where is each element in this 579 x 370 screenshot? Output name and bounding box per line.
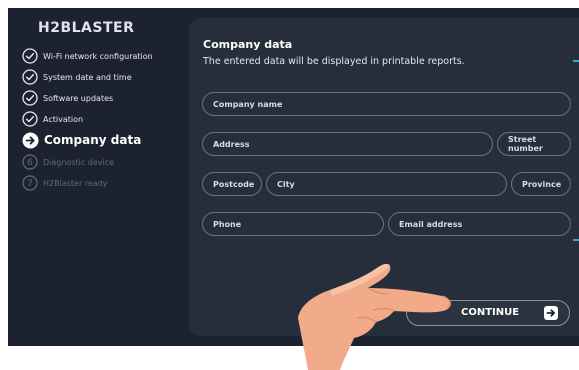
step-number: 6	[27, 158, 33, 168]
step-label: Activation	[43, 114, 84, 124]
step-date-time: System date and time	[22, 68, 132, 86]
check-circle-icon	[22, 111, 38, 127]
arrow-right-icon	[544, 306, 558, 320]
province-field[interactable]: Province	[511, 172, 571, 196]
step-company-data: Company data	[22, 131, 141, 149]
step-activation: Activation	[22, 110, 83, 128]
number-circle-icon: 7	[22, 175, 38, 191]
step-label: Company data	[44, 133, 142, 147]
pointing-hand-icon	[298, 263, 451, 370]
step-label: Diagnostic device	[43, 157, 115, 167]
logo: H2BLASTER	[38, 20, 135, 36]
step-number: 7	[27, 179, 33, 189]
step-wifi: Wi-Fi network configuration	[22, 47, 153, 65]
panel-subtitle: The entered data will be displayed in pr…	[203, 56, 465, 67]
step-label: Wi-Fi network configuration	[43, 51, 153, 61]
scroll-indicator	[573, 239, 579, 241]
step-software-updates: Software updates	[22, 89, 113, 107]
step-label: Software updates	[43, 93, 114, 103]
step-h2blaster-ready: 7 H2Blaster ready	[22, 174, 108, 192]
scroll-indicator	[573, 60, 579, 62]
step-label: H2Blaster ready	[43, 178, 108, 188]
postcode-field[interactable]: Postcode	[202, 172, 262, 196]
company-name-field[interactable]: Company name	[202, 92, 571, 116]
street-number-field[interactable]: Street number	[497, 132, 571, 156]
address-field[interactable]: Address	[202, 132, 493, 156]
city-field[interactable]: City	[266, 172, 507, 196]
check-circle-icon	[22, 69, 38, 85]
step-label: System date and time	[43, 72, 132, 82]
panel-title: Company data	[203, 38, 293, 51]
arrow-circle-icon	[22, 132, 39, 149]
number-circle-icon: 6	[22, 154, 38, 170]
step-diagnostic-device: 6 Diagnostic device	[22, 153, 114, 171]
phone-field[interactable]: Phone	[202, 212, 384, 236]
check-circle-icon	[22, 90, 38, 106]
email-field[interactable]: Email address	[388, 212, 571, 236]
check-circle-icon	[22, 48, 38, 64]
